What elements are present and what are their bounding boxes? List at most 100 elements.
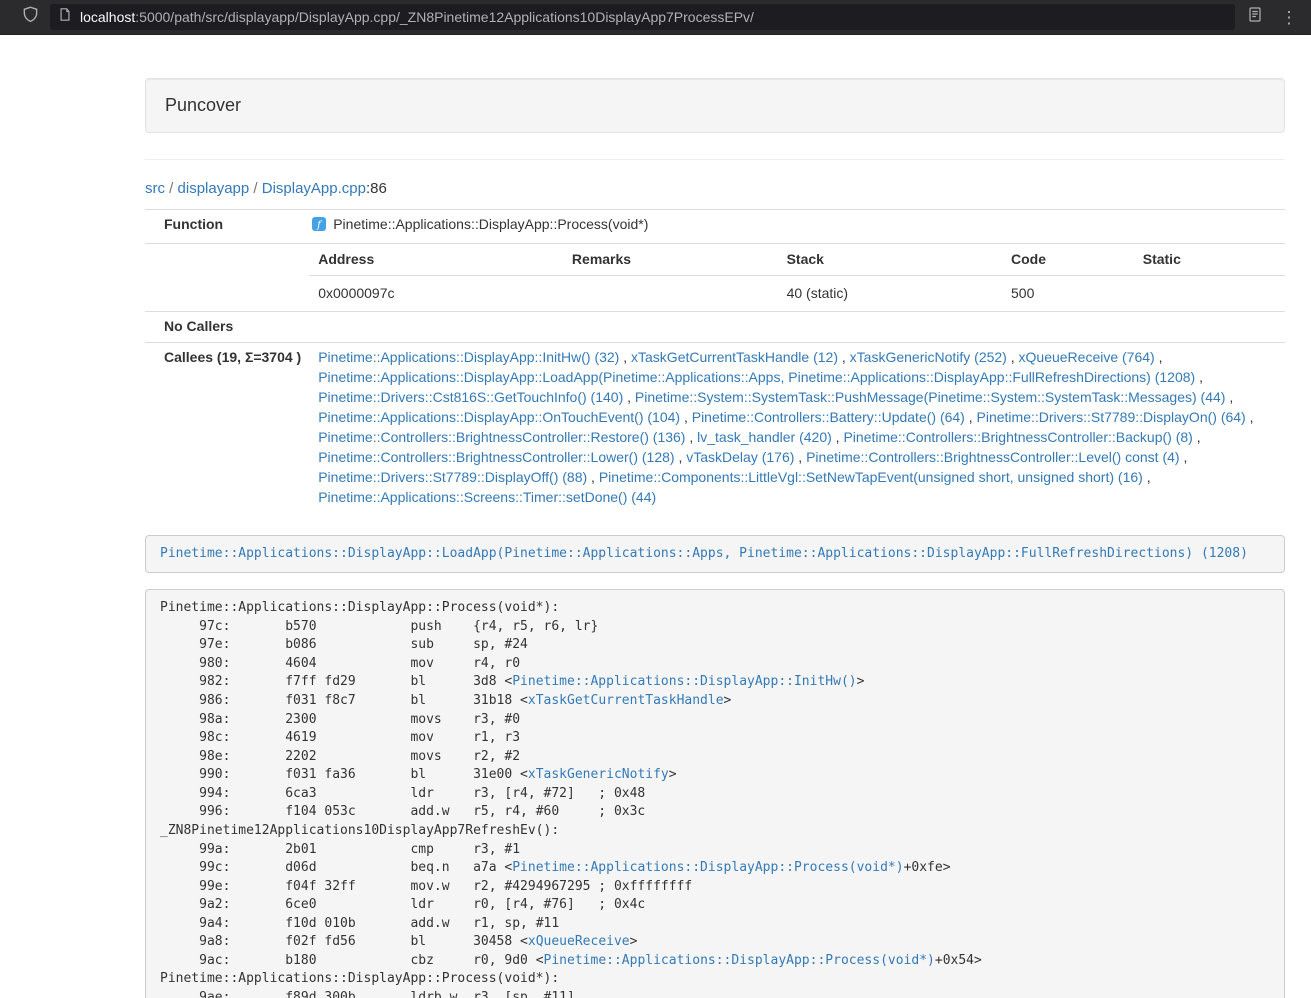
callee-link[interactable]: xTaskGenericNotify (252) [850, 349, 1007, 365]
stats-value-cell [1134, 275, 1285, 310]
disassembly-text: 99a: 2b01 cmp r3, #1 [160, 842, 520, 857]
disassembly-symbol-link[interactable]: Pinetime::Applications::DisplayApp::Proc… [544, 953, 935, 968]
stats-value-cell [563, 275, 778, 310]
stats-header-stack: Stack [778, 244, 1002, 275]
url-path: :5000/path/src/displayapp/DisplayApp.cpp… [135, 9, 754, 25]
table-row-callees: Callees (19, Σ=3704 ) Pinetime::Applicat… [145, 342, 1285, 512]
function-icon: f [311, 216, 327, 238]
disassembly-text: 9ae: f89d 300b ldrb.w r3, [sp, #11] [160, 990, 575, 998]
stats-header-remarks: Remarks [563, 244, 778, 275]
disassembly-text: 994: 6ca3 ldr r3, [r4, #72] ; 0x48 [160, 786, 645, 801]
disassembly-text: +0x54> [935, 953, 982, 968]
symbol-table: Function f Pinetime::Applications::Displ… [145, 209, 1285, 513]
callee-link[interactable]: xTaskGetCurrentTaskHandle (12) [631, 349, 838, 365]
url-bar[interactable]: localhost:5000/path/src/displayapp/Displ… [50, 4, 1235, 30]
disassembly-text: 9a8: f02f fd56 bl 30458 < [160, 934, 528, 949]
callees-cell: Pinetime::Applications::DisplayApp::Init… [309, 342, 1285, 512]
disassembly-text: 97e: b086 sub sp, #24 [160, 637, 528, 652]
disassembly-text: 98e: 2202 movs r2, #2 [160, 749, 520, 764]
stats-value-cell: 40 (static) [778, 275, 1002, 310]
no-callers-label: No Callers [145, 311, 309, 342]
disassembly-text: 990: f031 fa36 bl 31e00 < [160, 767, 528, 782]
disassembly-text: 980: 4604 mov r4, r0 [160, 656, 520, 671]
disassembly-symbol-link[interactable]: xQueueReceive [528, 934, 630, 949]
function-label: Function [145, 210, 309, 244]
callee-link[interactable]: Pinetime::Applications::DisplayApp::OnTo… [318, 409, 680, 425]
callee-link[interactable]: Pinetime::Applications::DisplayApp::Init… [318, 349, 619, 365]
reader-view-icon [1247, 6, 1263, 28]
function-name: Pinetime::Applications::DisplayApp::Proc… [333, 216, 648, 232]
callee-link[interactable]: Pinetime::Controllers::BrightnessControl… [318, 429, 685, 445]
callee-link[interactable]: Pinetime::Drivers::St7789::DisplayOn() (… [977, 409, 1246, 425]
callees-label: Callees (19, Σ=3704 ) [145, 342, 309, 512]
breadcrumb: src / displayapp / DisplayApp.cpp:86 [145, 180, 1285, 197]
callee-link[interactable]: Pinetime::Controllers::BrightnessControl… [318, 449, 674, 465]
disassembly-text: 98c: 4619 mov r1, r3 [160, 730, 520, 745]
disassembly-symbol-link[interactable]: Pinetime::Applications::DisplayApp::Init… [512, 674, 856, 689]
shield-button[interactable] [16, 4, 44, 30]
disassembly-text: 986: f031 f8c7 bl 31b18 < [160, 693, 528, 708]
stats-header-address: Address [309, 244, 563, 275]
callee-link[interactable]: Pinetime::Applications::DisplayApp::Load… [318, 369, 1195, 385]
breadcrumb-line-number: :86 [366, 180, 387, 197]
callee-link[interactable]: Pinetime::Controllers::BrightnessControl… [843, 429, 1192, 445]
disassembly-block: Pinetime::Applications::DisplayApp::Proc… [145, 589, 1285, 998]
kebab-menu-button[interactable]: ⋮ [1275, 4, 1303, 30]
url-host: localhost [80, 9, 135, 25]
disassembly-text: > [724, 693, 732, 708]
highlighted-symbol-box: Pinetime::Applications::DisplayApp::Load… [145, 535, 1285, 574]
stats-table: AddressRemarksStackCodeStatic 0x0000097c… [309, 244, 1285, 311]
disassembly-text: > [630, 934, 638, 949]
callee-link[interactable]: Pinetime::System::SystemTask::PushMessag… [635, 389, 1226, 405]
stats-row-label [145, 243, 309, 311]
stats-header-static: Static [1134, 244, 1285, 275]
callee-link[interactable]: vTaskDelay (176) [686, 449, 794, 465]
disassembly-text: 996: f104 053c add.w r5, r4, #60 ; 0x3c [160, 804, 645, 819]
highlighted-symbol-link[interactable]: Pinetime::Applications::DisplayApp::Load… [160, 546, 1248, 561]
disassembly-text: 9a4: f10d 010b add.w r1, sp, #11 [160, 916, 559, 931]
disassembly-text: > [669, 767, 677, 782]
stats-value-cell: 0x0000097c [309, 275, 563, 310]
disassembly-symbol-link[interactable]: xTaskGetCurrentTaskHandle [528, 693, 724, 708]
breadcrumb-link-src[interactable]: src [145, 180, 165, 197]
disassembly-symbol-link[interactable]: xTaskGenericNotify [528, 767, 669, 782]
disassembly-text: +0xfe> [904, 860, 951, 875]
disassembly-text: 99e: f04f 32ff mov.w r2, #4294967295 ; 0… [160, 879, 692, 894]
page-info-icon[interactable] [58, 7, 72, 27]
callee-link[interactable]: Pinetime::Controllers::Battery::Update()… [692, 409, 965, 425]
callee-link[interactable]: Pinetime::Components::LittleVgl::SetNewT… [599, 469, 1143, 485]
callee-link[interactable]: xQueueReceive (764) [1019, 349, 1155, 365]
callee-link[interactable]: Pinetime::Drivers::St7789::DisplayOff() … [318, 469, 587, 485]
breadcrumb-link-displayapp[interactable]: displayapp [178, 180, 250, 197]
no-callers-cell [309, 311, 1285, 342]
table-row-stats: AddressRemarksStackCodeStatic 0x0000097c… [145, 243, 1285, 311]
browser-chrome: localhost:5000/path/src/displayapp/Displ… [0, 0, 1311, 35]
disassembly-text: > [857, 674, 865, 689]
callee-link[interactable]: Pinetime::Drivers::Cst816S::GetTouchInfo… [318, 389, 623, 405]
disassembly-text: 98a: 2300 movs r3, #0 [160, 712, 520, 727]
stats-value-cell: 500 [1002, 275, 1134, 310]
reader-view-button[interactable] [1241, 4, 1269, 30]
disassembly-text: 982: f7ff fd29 bl 3d8 < [160, 674, 512, 689]
callee-link[interactable]: Pinetime::Applications::Screens::Timer::… [318, 489, 656, 505]
divider [145, 159, 1285, 160]
page-title: Puncover [165, 93, 1265, 118]
stats-value-row: 0x0000097c 40 (static)500 [309, 275, 1285, 310]
page-header-well: Puncover [145, 78, 1285, 133]
stats-header-row: AddressRemarksStackCodeStatic [309, 244, 1285, 275]
disassembly-text: 99c: d06d beq.n a7a < [160, 860, 512, 875]
disassembly-text: Pinetime::Applications::DisplayApp::Proc… [160, 971, 559, 986]
disassembly-text: 9ac: b180 cbz r0, 9d0 < [160, 953, 544, 968]
breadcrumb-link-displayapp.cpp[interactable]: DisplayApp.cpp [262, 180, 366, 197]
kebab-menu-icon: ⋮ [1281, 9, 1298, 26]
disassembly-text: _ZN8Pinetime12Applications10DisplayApp7R… [160, 823, 559, 838]
disassembly-text: 9a2: 6ce0 ldr r0, [r4, #76] ; 0x4c [160, 897, 645, 912]
callee-link[interactable]: Pinetime::Controllers::BrightnessControl… [806, 449, 1179, 465]
main-content: Puncover src / displayapp / DisplayApp.c… [145, 35, 1285, 998]
table-row-function: Function f Pinetime::Applications::Displ… [145, 210, 1285, 244]
tracking-protection-shield-icon [22, 6, 39, 28]
disassembly-symbol-link[interactable]: Pinetime::Applications::DisplayApp::Proc… [512, 860, 903, 875]
url-text: localhost:5000/path/src/displayapp/Displ… [80, 9, 754, 25]
disassembly-text: Pinetime::Applications::DisplayApp::Proc… [160, 600, 559, 615]
callee-link[interactable]: lv_task_handler (420) [697, 429, 832, 445]
